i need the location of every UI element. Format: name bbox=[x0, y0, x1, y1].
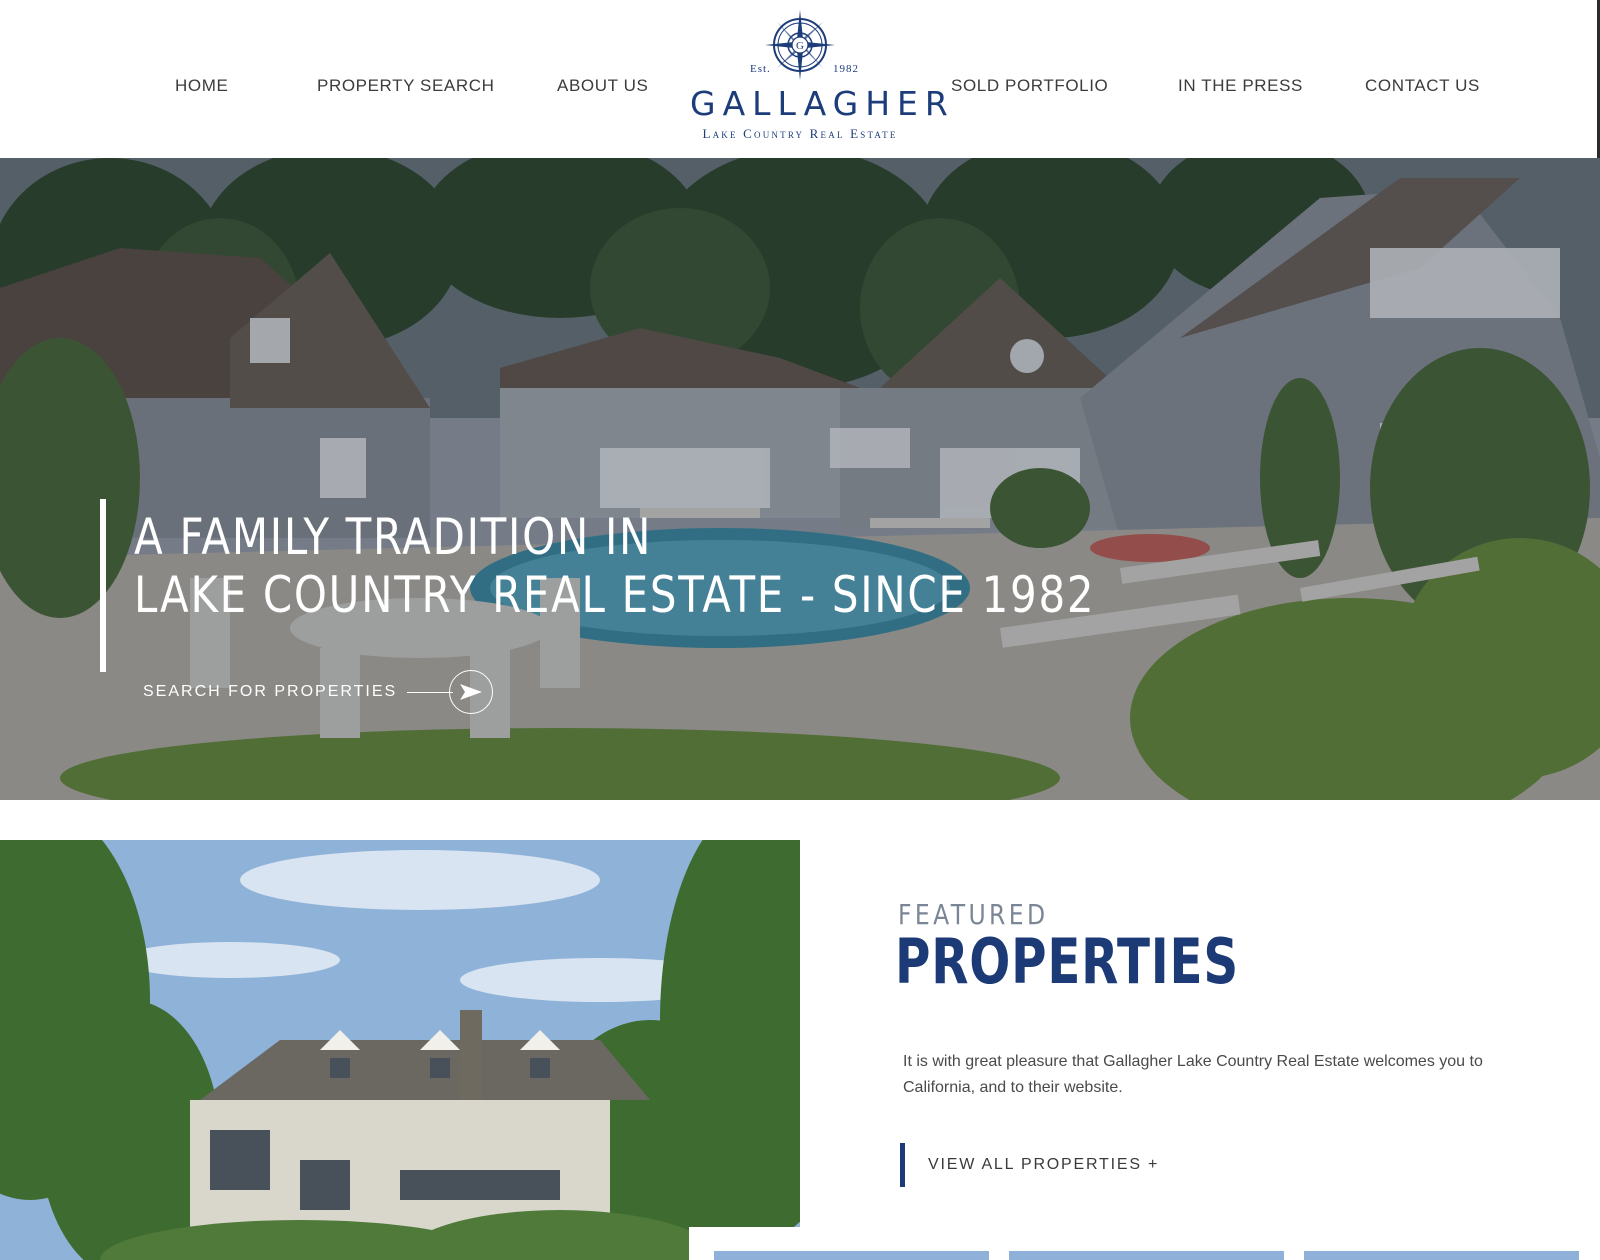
compass-icon: G bbox=[765, 10, 835, 80]
nav-in-the-press[interactable]: IN THE PRESS bbox=[1178, 76, 1303, 96]
logo-year: 1982 bbox=[833, 63, 859, 75]
nav-about-us[interactable]: ABOUT US bbox=[557, 76, 648, 96]
nav-contact-us[interactable]: CONTACT US bbox=[1365, 76, 1480, 96]
logo-tagline: Lake Country Real Estate bbox=[702, 126, 898, 141]
logo-monogram: G bbox=[796, 40, 804, 52]
cta-accent-bar bbox=[900, 1143, 905, 1187]
logo-name: GALLAGHER bbox=[690, 84, 955, 123]
hero-headline-line2: LAKE COUNTRY REAL ESTATE - SINCE 1982 bbox=[134, 566, 1096, 624]
search-properties-label: SEARCH FOR PROPERTIES bbox=[143, 683, 398, 700]
nav-sold-portfolio[interactable]: SOLD PORTFOLIO bbox=[951, 76, 1108, 96]
featured-description: It is with great pleasure that Gallagher… bbox=[903, 1053, 1483, 1096]
hero-banner: A FAMILY TRADITION IN LAKE COUNTRY REAL … bbox=[0, 158, 1600, 800]
site-logo[interactable]: G Est. 1982 GALLAGHER Lake Country Real … bbox=[690, 8, 955, 148]
site-header: HOME PROPERTY SEARCH ABOUT US G Est. 198… bbox=[0, 0, 1600, 158]
view-all-properties-link[interactable]: VIEW ALL PROPERTIES + bbox=[900, 1143, 1159, 1187]
search-properties-link[interactable]: SEARCH FOR PROPERTIES bbox=[143, 670, 494, 714]
nav-home[interactable]: HOME bbox=[175, 76, 228, 96]
nav-property-search[interactable]: PROPERTY SEARCH bbox=[317, 76, 494, 96]
featured-property-photo bbox=[0, 840, 800, 1260]
hero-accent-bar bbox=[100, 499, 106, 672]
hero-headline-line1: A FAMILY TRADITION IN bbox=[134, 508, 653, 566]
property-thumbnail[interactable] bbox=[714, 1251, 989, 1260]
logo-est: Est. bbox=[750, 63, 771, 75]
property-thumbnail[interactable] bbox=[1009, 1251, 1284, 1260]
cta-rule bbox=[407, 691, 454, 693]
featured-title: PROPERTIES bbox=[895, 925, 1239, 998]
property-thumbnail[interactable] bbox=[1304, 1251, 1579, 1260]
arrow-right-icon[interactable] bbox=[449, 670, 494, 714]
view-all-properties-label: VIEW ALL PROPERTIES + bbox=[928, 1156, 1160, 1173]
